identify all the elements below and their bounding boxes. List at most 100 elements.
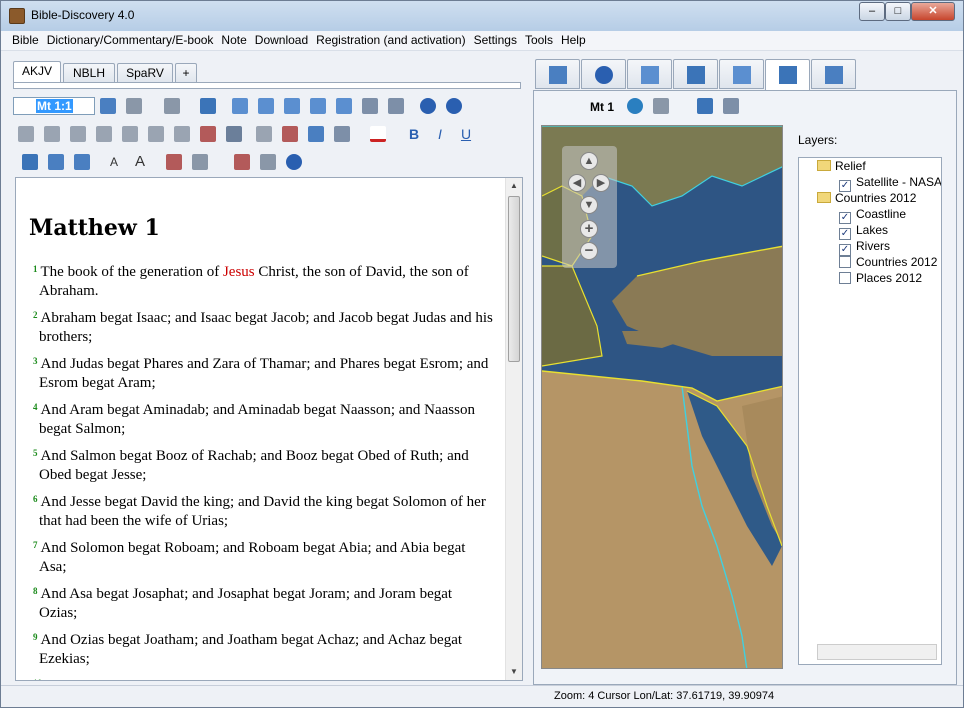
verse[interactable]: 1 The book of the generation of Jesus Chr… xyxy=(33,260,493,301)
layer-relief[interactable]: Relief xyxy=(817,158,866,174)
tab-notes[interactable] xyxy=(719,59,764,89)
tab-dictionary[interactable] xyxy=(627,59,672,89)
align-button[interactable] xyxy=(231,97,249,115)
book-button[interactable] xyxy=(21,153,39,171)
quotes-button[interactable] xyxy=(225,125,243,143)
verse-number[interactable]: 8 xyxy=(33,586,38,596)
no-audio-button[interactable] xyxy=(165,153,183,171)
italic-button[interactable]: I xyxy=(431,125,449,143)
map-book-button[interactable] xyxy=(652,97,670,115)
people-button[interactable] xyxy=(173,125,191,143)
zoom-in-button[interactable]: + xyxy=(580,220,598,238)
no-red-button[interactable] xyxy=(199,125,217,143)
no-comment-button[interactable] xyxy=(281,125,299,143)
back-button[interactable] xyxy=(125,97,143,115)
layer-countries[interactable]: Countries 2012 xyxy=(839,254,937,270)
pan-up-button[interactable]: ▲ xyxy=(580,152,598,170)
bold-button[interactable]: B xyxy=(405,125,423,143)
verse[interactable]: 2 Abraham begat Isaac; and Isaac begat Ja… xyxy=(33,306,493,347)
notes-button[interactable] xyxy=(17,125,35,143)
tab-search[interactable] xyxy=(535,59,580,89)
pointer-button[interactable] xyxy=(307,125,325,143)
verse-number[interactable]: 3 xyxy=(33,356,38,366)
font-color-button[interactable] xyxy=(369,125,387,143)
bookmark-add-button[interactable] xyxy=(445,97,463,115)
layer-rivers[interactable]: ✓ Rivers xyxy=(839,238,890,256)
verse-number[interactable]: 6 xyxy=(33,494,38,504)
menu-note[interactable]: Note xyxy=(217,31,250,47)
forward-button[interactable] xyxy=(163,97,181,115)
checkbox-unchecked-icon[interactable] xyxy=(839,256,851,268)
layer-lakes[interactable]: ✓ Lakes xyxy=(839,222,888,240)
pages-button[interactable] xyxy=(43,125,61,143)
verse[interactable]: 8 And Asa begat Josaphat; and Josaphat be… xyxy=(33,582,493,623)
verse-number[interactable]: 2 xyxy=(33,310,38,320)
comment-button[interactable] xyxy=(255,125,273,143)
sync-button[interactable] xyxy=(199,97,217,115)
menu-settings[interactable]: Settings xyxy=(470,31,521,47)
tab-sparv[interactable]: SpaRV xyxy=(117,63,173,83)
menu-registration[interactable]: Registration (and activation) xyxy=(312,31,469,47)
menu-bible[interactable]: Bible xyxy=(1,31,43,47)
tree-horizontal-scrollbar[interactable] xyxy=(817,644,937,660)
verse-number[interactable]: 5 xyxy=(33,448,38,458)
satellite-map[interactable]: ▲ ◀ ▶ ▼ + − xyxy=(541,125,783,669)
vertical-scrollbar[interactable]: ▲ ▼ xyxy=(505,178,522,680)
list-button[interactable] xyxy=(99,97,117,115)
scroll-down-icon[interactable]: ▼ xyxy=(506,664,522,680)
highlight-button[interactable] xyxy=(333,125,351,143)
tab-structure[interactable] xyxy=(811,59,856,89)
verse[interactable]: 9 And Ozias begat Joatham; and Joatham be… xyxy=(33,628,493,669)
map-search-button[interactable] xyxy=(722,97,740,115)
verse[interactable]: 3 And Judas begat Phares and Zara of Tham… xyxy=(33,352,493,393)
verse-number[interactable]: 7 xyxy=(33,540,38,550)
hebrew-button[interactable] xyxy=(69,125,87,143)
underline-button[interactable]: U xyxy=(457,125,475,143)
layer-countries-folder[interactable]: Countries 2012 xyxy=(817,190,916,206)
copy-button[interactable] xyxy=(257,97,275,115)
verse-number[interactable]: 1 xyxy=(33,264,38,274)
bible-text-area[interactable]: Matthew 1 1 The book of the generation of… xyxy=(15,177,523,681)
reference-input[interactable]: Mt 1:1 xyxy=(13,97,95,115)
more-button[interactable] xyxy=(285,153,303,171)
greek-button[interactable] xyxy=(121,125,139,143)
verse[interactable]: 5 And Salmon begat Booz of Rachab; and Bo… xyxy=(33,444,493,485)
add-item-button[interactable] xyxy=(73,153,91,171)
pan-right-button[interactable]: ▶ xyxy=(592,174,610,192)
verse[interactable]: 7 And Solomon begat Roboam; and Roboam be… xyxy=(33,536,493,577)
verse-number[interactable]: 9 xyxy=(33,632,38,642)
verse-number[interactable]: 4 xyxy=(33,402,38,412)
no-strongs-button[interactable] xyxy=(95,125,113,143)
layer-satellite[interactable]: ✓ Satellite - NASA xyxy=(839,174,941,192)
tab-akjv[interactable]: AKJV xyxy=(13,61,61,83)
audio-button[interactable] xyxy=(191,153,209,171)
parallel-button[interactable] xyxy=(147,125,165,143)
layer-places[interactable]: Places 2012 xyxy=(839,270,922,286)
scroll-up-icon[interactable]: ▲ xyxy=(506,178,522,194)
compare-button[interactable] xyxy=(283,97,301,115)
indent-button[interactable] xyxy=(309,97,327,115)
tab-info[interactable] xyxy=(581,59,626,89)
layout-button[interactable] xyxy=(259,153,277,171)
close-button[interactable]: ✕ xyxy=(911,2,955,21)
font-smaller-button[interactable]: A xyxy=(105,153,123,171)
search-plus-button[interactable] xyxy=(387,97,405,115)
scroll-thumb[interactable] xyxy=(508,196,520,362)
verse-number[interactable]: 10 xyxy=(33,678,42,680)
minimize-button[interactable]: – xyxy=(859,2,885,21)
refresh-button[interactable] xyxy=(626,97,644,115)
tab-nblh[interactable]: NBLH xyxy=(63,63,115,83)
tab-library[interactable] xyxy=(673,59,718,89)
menu-dictionary[interactable]: Dictionary/Commentary/E-book xyxy=(43,31,218,47)
menu-help[interactable]: Help xyxy=(557,31,590,47)
maximize-button[interactable]: □ xyxy=(885,2,911,21)
bookmark-button[interactable] xyxy=(419,97,437,115)
checkbox-unchecked-icon[interactable] xyxy=(839,272,851,284)
map-view-button[interactable] xyxy=(696,97,714,115)
font-larger-button[interactable]: A xyxy=(131,153,149,171)
verse[interactable]: 10And Ezekias begat Manasses; and Manass… xyxy=(33,674,493,680)
menu-download[interactable]: Download xyxy=(251,31,312,47)
tab-map[interactable] xyxy=(765,59,810,91)
zoom-out-button[interactable]: − xyxy=(580,242,598,260)
search-button[interactable] xyxy=(361,97,379,115)
